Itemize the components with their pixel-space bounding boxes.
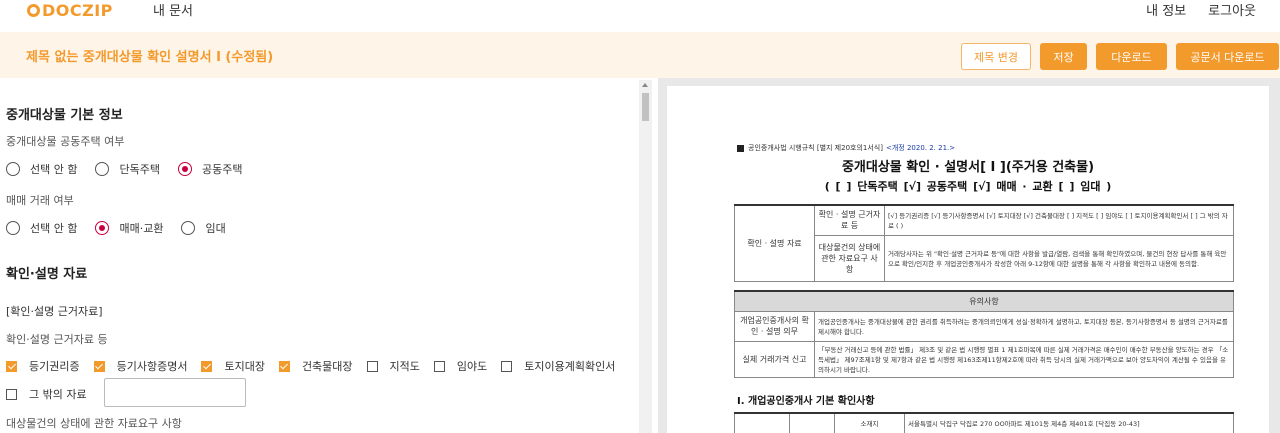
notes-row2-value: 「부동산 거래신고 등에 관한 법률」 제3조 및 같은 법 시행령 별표 1 … <box>814 340 1234 378</box>
top-navbar: DOCZIP 내 문서 내 정보 로그아웃 <box>0 0 1280 32</box>
checkbox-land-use-plan[interactable]: 토지이용계획확인서 <box>501 358 615 374</box>
radio-option-detached[interactable]: 단독주택 <box>95 161 160 177</box>
checkbox-land-ledger[interactable]: 토지대장 <box>201 358 265 374</box>
basis-subsection-title: [확인·설명 근거자료] <box>6 305 103 318</box>
section-basic-info-title: 중개대상물 기본 정보 <box>6 108 123 123</box>
checkbox-icon <box>6 388 17 400</box>
checkbox-checked-icon <box>278 360 290 372</box>
checkbox-other-materials[interactable]: 그 밖의 자료 <box>6 386 87 402</box>
law-reference: 공인중개사법 시행규칙 [별지 제20호의1서식] <개정 2020. 2. 2… <box>737 143 955 153</box>
download-button[interactable]: 다운로드 <box>1096 43 1167 70</box>
radio-option-lease[interactable]: 임대 <box>181 220 226 236</box>
law-revision-text: <개정 2020. 2. 21.> <box>885 144 956 152</box>
preview-title: 중개대상물 확인 · 설명서[ I ](주거용 건축물) <box>841 160 1095 175</box>
nav-my-docs[interactable]: 내 문서 <box>153 0 193 19</box>
checkbox-cadastral-map[interactable]: 지적도 <box>366 358 420 374</box>
radio-label: 공동주택 <box>201 163 243 176</box>
shared-house-radio-group: 선택 안 함 단독주택 공동주택 <box>6 161 260 177</box>
law-reference-text: 공인중개사법 시행규칙 [별지 제20호의1서식] <box>748 144 883 152</box>
request-question: 대상물건의 상태에 관한 자료요구 사항 <box>6 417 182 430</box>
preview-agent-table: 소재지 서울특별시 닥집구 닥집로 270 OO아파트 제101동 제4층 제4… <box>734 412 1234 433</box>
radio-icon <box>95 162 110 176</box>
other-materials-row: 그 밖의 자료 <box>6 386 101 402</box>
radio-option-none[interactable]: 선택 안 함 <box>6 220 77 236</box>
basis-row2-value: 거래당사자는 위 "확인·설명 근거자료 등"에 대한 사항을 발급/열람, 검… <box>884 234 1234 282</box>
checkbox-icon <box>433 360 445 372</box>
checkbox-checked-icon <box>93 360 105 372</box>
document-preview-page: 공인중개사법 시행규칙 [별지 제20호의1서식] <개정 2020. 2. 2… <box>667 86 1269 433</box>
notes-header: 유의사항 <box>734 290 1234 312</box>
preview-basis-table: 확인 · 설명 자료 확인 · 설명 근거자료 등 [√] 등기권리증 [√] … <box>734 204 1234 282</box>
checkbox-registry-certificate[interactable]: 등기사항증명서 <box>93 358 188 374</box>
checkbox-label: 지적도 <box>389 360 420 373</box>
scroll-up-arrow-icon[interactable] <box>642 83 648 87</box>
checkbox-label: 건축물대장 <box>301 360 353 373</box>
radio-icon <box>6 221 20 235</box>
checkbox-label: 토지대장 <box>224 360 265 373</box>
checkbox-label: 그 밖의 자료 <box>29 388 87 401</box>
scrollbar-thumb[interactable] <box>642 93 649 121</box>
radio-label: 선택 안 함 <box>30 222 78 235</box>
logo-text: DOCZIP <box>42 1 113 20</box>
checkbox-label: 임야도 <box>456 360 488 373</box>
agent-blank-cell <box>789 412 835 433</box>
checkbox-label: 등기권리증 <box>29 360 80 373</box>
basis-question: 확인·설명 근거자료 등 <box>6 333 108 346</box>
radio-option-apartment[interactable]: 공동주택 <box>177 161 243 177</box>
checkbox-checked-icon <box>6 360 17 372</box>
checkbox-building-ledger[interactable]: 건축물대장 <box>278 358 353 374</box>
preview-notes-table: 유의사항 개업공인중개사의 확인 · 설명 의무 개업공인중개사는 중개대상물에… <box>734 290 1234 378</box>
checkbox-label: 등기사항증명서 <box>116 360 188 373</box>
basis-row1-label: 확인 · 설명 근거자료 등 <box>814 204 885 236</box>
other-materials-input[interactable] <box>104 378 246 407</box>
radio-selected-icon <box>177 162 192 176</box>
basis-table-label: 확인 · 설명 자료 <box>734 204 815 282</box>
checkbox-checked-icon <box>201 360 213 372</box>
doczip-logo[interactable]: DOCZIP <box>27 1 113 20</box>
checkbox-icon <box>501 360 513 372</box>
preview-panel: 공인중개사법 시행규칙 [별지 제20호의1서식] <개정 2020. 2. 2… <box>658 78 1280 433</box>
square-bullet-icon <box>737 144 744 152</box>
notes-row2-label: 실제 거래가격 신고 <box>734 340 815 378</box>
radio-option-sale[interactable]: 매매·교환 <box>95 220 163 236</box>
form-scrollbar[interactable] <box>639 80 652 433</box>
titlebar-actions: 제목 변경 저장 다운로드 공문서 다운로드 <box>961 43 1280 70</box>
notes-row1-label: 개업공인중개사의 확인 · 설명 의무 <box>734 310 815 342</box>
location-label: 소재지 <box>834 412 905 433</box>
radio-label: 선택 안 함 <box>30 163 78 176</box>
checkbox-title-deed[interactable]: 등기권리증 <box>6 358 80 374</box>
radio-label: 단독주택 <box>119 163 160 176</box>
rename-button[interactable]: 제목 변경 <box>961 43 1031 70</box>
official-download-button[interactable]: 공문서 다운로드 <box>1176 43 1279 70</box>
nav-my-info[interactable]: 내 정보 <box>1146 0 1186 19</box>
radio-label: 임대 <box>205 222 226 235</box>
document-title: 제목 없는 중개대상물 확인 설명서 I (수정됨) <box>26 50 274 65</box>
checkbox-forest-map[interactable]: 임야도 <box>433 358 488 374</box>
radio-selected-icon <box>95 221 110 235</box>
preview-subtitle: ( [ ] 단독주택 [√] 공동주택 [√] 매매 · 교환 [ ] 임대 ) <box>824 180 1112 193</box>
save-button[interactable]: 저장 <box>1040 43 1087 70</box>
checkbox-icon <box>366 360 378 372</box>
radio-label: 매매·교환 <box>119 222 164 235</box>
shared-house-question: 중개대상물 공동주택 여부 <box>6 135 125 148</box>
logo-mark-icon <box>27 4 40 17</box>
basis-row1-value: [√] 등기권리증 [√] 등기사항증명서 [√] 토지대장 [√] 건축물대장… <box>884 204 1234 236</box>
radio-icon <box>181 221 196 235</box>
basis-checkbox-group: 등기권리증 등기사항증명서 토지대장 건축물대장 지적도 임야도 토지이용계획확… <box>6 358 629 374</box>
nav-logout[interactable]: 로그아웃 <box>1208 0 1256 19</box>
radio-icon <box>6 162 20 176</box>
basis-row2-label: 대상물건의 상태에 관한 자료요구 사항 <box>814 234 885 282</box>
section-basis-title: 확인·설명 자료 <box>6 267 88 282</box>
checkbox-label: 토지이용계획확인서 <box>524 360 616 373</box>
document-titlebar: 제목 없는 중개대상물 확인 설명서 I (수정됨) 제목 변경 저장 다운로드… <box>0 32 1280 78</box>
nav-right: 내 정보 로그아웃 <box>1146 0 1256 19</box>
preview-section-heading: Ⅰ. 개업공인중개사 기본 확인사항 <box>737 396 875 407</box>
radio-option-none[interactable]: 선택 안 함 <box>6 161 77 177</box>
agent-blank-cell <box>734 412 790 433</box>
location-value: 서울특별시 닥집구 닥집로 270 OO아파트 제101동 제4층 제401호 … <box>904 412 1234 433</box>
trade-type-radio-group: 선택 안 함 매매·교환 임대 <box>6 220 244 236</box>
notes-row1-value: 개업공인중개사는 중개대상물에 관한 권리를 취득하려는 중개의뢰인에게 성실·… <box>814 310 1234 342</box>
form-panel: 중개대상물 기본 정보 중개대상물 공동주택 여부 선택 안 함 단독주택 공동… <box>0 78 652 433</box>
trade-type-question: 매매 거래 여부 <box>6 194 74 207</box>
